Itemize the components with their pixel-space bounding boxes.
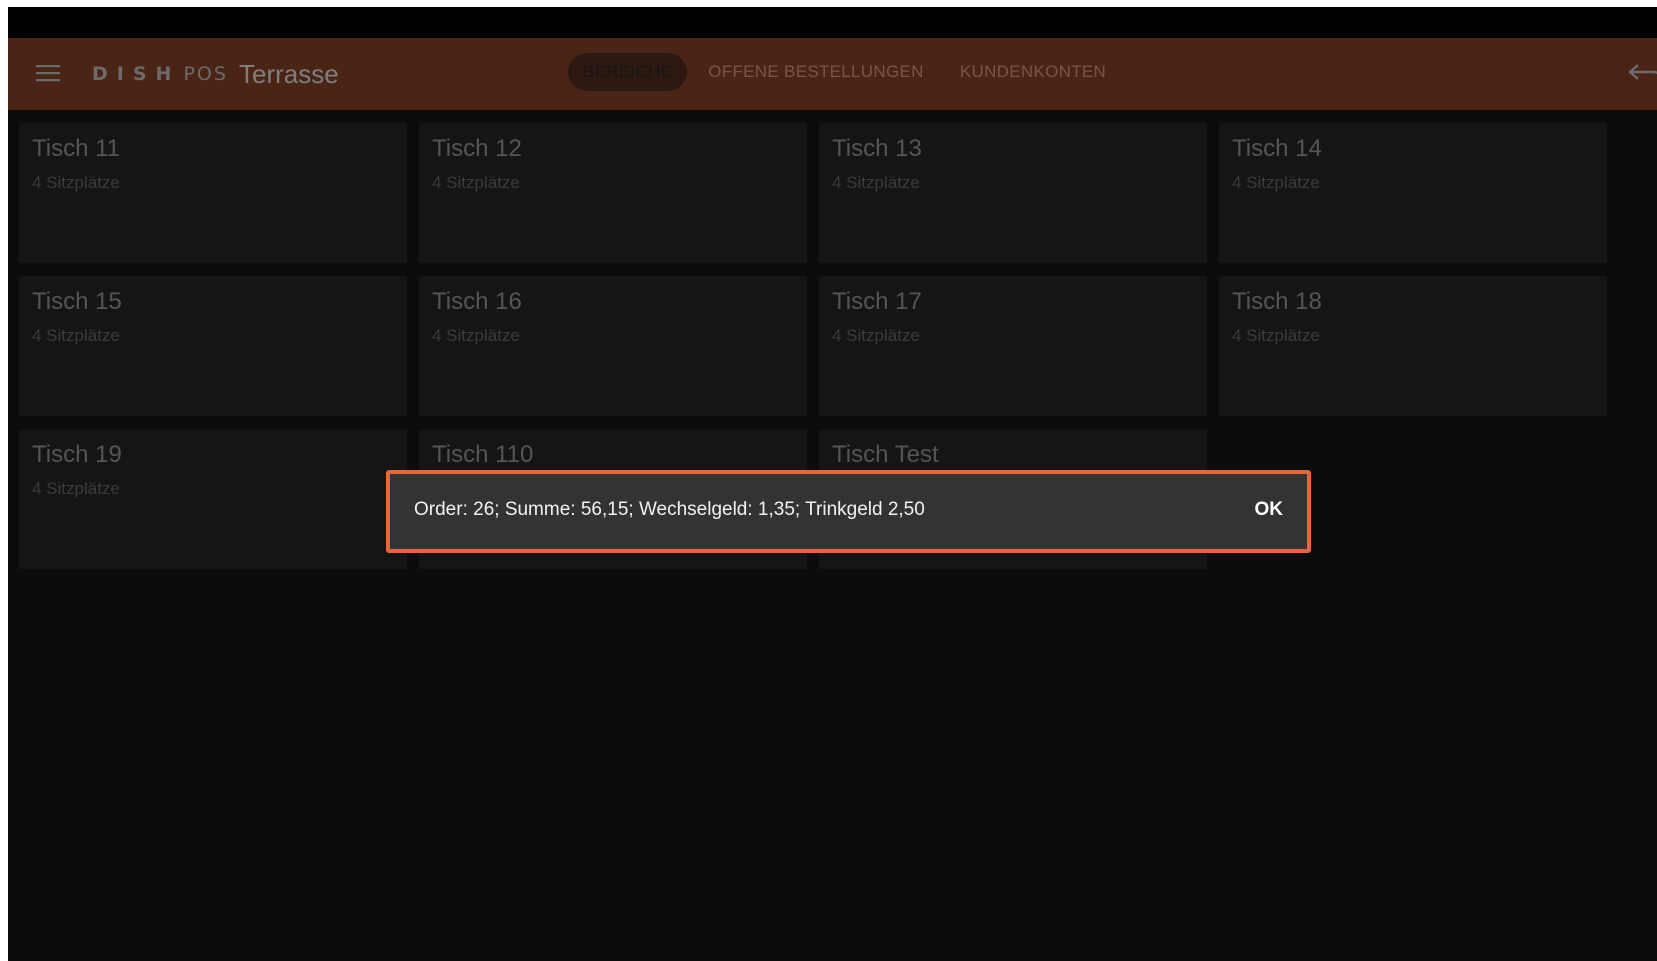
table-name: Tisch Test: [832, 441, 939, 468]
table-card[interactable]: Tisch 19 4 Sitzplätze: [19, 429, 407, 569]
table-seats: 4 Sitzplätze: [832, 173, 920, 192]
table-card[interactable]: Tisch 12 4 Sitzplätze: [419, 123, 807, 263]
table-name: Tisch 18: [1232, 288, 1322, 315]
table-name: Tisch 15: [32, 288, 122, 315]
dish-pos-logo: DISH POS: [92, 63, 228, 85]
table-name: Tisch 19: [32, 441, 122, 468]
table-name: Tisch 17: [832, 288, 922, 315]
app-bar: DISH POS Terrasse BEREICHE OFFENE BESTEL…: [8, 38, 1657, 110]
table-name: Tisch 12: [432, 135, 522, 162]
table-seats: 4 Sitzplätze: [832, 326, 920, 345]
table-name: Tisch 110: [432, 441, 534, 468]
table-card[interactable]: Tisch 18 4 Sitzplätze: [1219, 276, 1607, 416]
tab-bereiche[interactable]: BEREICHE: [568, 53, 687, 91]
table-card[interactable]: Tisch 16 4 Sitzplätze: [419, 276, 807, 416]
logo-dish-text: DISH: [92, 63, 181, 85]
table-card[interactable]: Tisch 11 4 Sitzplätze: [19, 123, 407, 263]
table-seats: 4 Sitzplätze: [432, 173, 520, 192]
status-bar: [8, 7, 1657, 38]
tab-kundenkonten[interactable]: KUNDENKONTEN: [958, 53, 1108, 91]
table-seats: 4 Sitzplätze: [432, 326, 520, 345]
area-title: Terrasse: [239, 59, 339, 89]
table-seats: 4 Sitzplätze: [32, 326, 120, 345]
table-card[interactable]: Tisch 13 4 Sitzplätze: [819, 123, 1207, 263]
table-name: Tisch 13: [832, 135, 922, 162]
table-card[interactable]: Tisch 17 4 Sitzplätze: [819, 276, 1207, 416]
table-name: Tisch 14: [1232, 135, 1322, 162]
hamburger-menu-icon[interactable]: [36, 64, 60, 82]
tab-offene-bestellungen[interactable]: OFFENE BESTELLUNGEN: [706, 53, 926, 91]
table-name: Tisch 16: [432, 288, 522, 315]
logo-pos-text: POS: [183, 63, 228, 85]
table-seats: 4 Sitzplätze: [32, 479, 120, 498]
undo-arrow-icon[interactable]: [1626, 61, 1657, 87]
snackbar-message: Order: 26; Summe: 56,15; Wechselgeld: 1,…: [414, 499, 925, 520]
table-seats: 4 Sitzplätze: [1232, 326, 1320, 345]
table-seats: 4 Sitzplätze: [1232, 173, 1320, 192]
table-card[interactable]: Tisch 14 4 Sitzplätze: [1219, 123, 1607, 263]
table-name: Tisch 11: [32, 135, 121, 162]
table-seats: 4 Sitzplätze: [32, 173, 120, 192]
app-frame: DISH POS Terrasse BEREICHE OFFENE BESTEL…: [8, 7, 1657, 961]
ok-button[interactable]: OK: [1255, 499, 1284, 521]
table-card[interactable]: Tisch 15 4 Sitzplätze: [19, 276, 407, 416]
order-summary-snackbar: Order: 26; Summe: 56,15; Wechselgeld: 1,…: [386, 470, 1311, 553]
